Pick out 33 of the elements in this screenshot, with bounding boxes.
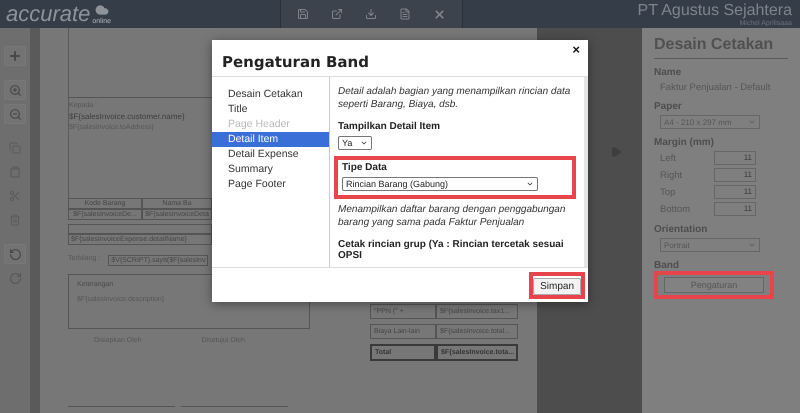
chevron-icon <box>748 118 756 126</box>
field-label: Cetak rincian grup (Ya : Rincian tercetak sesuai OPSI <box>338 239 565 261</box>
zoom-out-icon[interactable] <box>4 104 26 124</box>
field-label: Tipe Data <box>342 162 388 173</box>
save-button[interactable]: Simpan <box>533 278 581 294</box>
nav-item[interactable]: Detail Expense <box>212 147 329 162</box>
nav-item[interactable]: Detail Item <box>212 132 329 147</box>
zoom-in-icon[interactable] <box>4 80 26 100</box>
nav-item[interactable]: Page Footer <box>212 177 329 192</box>
company-name: PT Agustus Sejahtera <box>638 2 792 18</box>
chevron-icon <box>360 139 368 147</box>
dialog-title: Pengaturan Band <box>222 52 369 71</box>
chevron-icon <box>526 180 534 188</box>
field-text: $F{salesInvoice.customer.name} <box>69 112 185 121</box>
undo-icon[interactable] <box>4 244 26 264</box>
show-detail-dropdown[interactable]: Ya <box>338 136 372 150</box>
nav-item[interactable]: Title <box>212 102 329 117</box>
cloud-icon <box>94 3 109 17</box>
logo-text: accurate <box>6 3 90 25</box>
save-icon[interactable] <box>297 8 309 20</box>
chevron-icon <box>748 241 756 249</box>
document-icon[interactable] <box>399 8 411 20</box>
description-text: Menampilkan daftar barang dengan penggabungan barang yang sama pada Faktur Penjualan <box>338 203 566 229</box>
nav-item[interactable]: Desain Cetakan <box>212 87 329 102</box>
field-label: Tampilkan Detail Item <box>338 121 442 132</box>
close-button[interactable]: × <box>572 42 580 57</box>
data-type-dropdown[interactable]: Rincian Barang (Gabung) <box>342 177 538 191</box>
download-icon[interactable] <box>365 8 377 20</box>
export-icon[interactable] <box>331 8 343 20</box>
nav-item[interactable]: Summary <box>212 162 329 177</box>
description-text: Detail adalah bagian yang menampilkan rincian data seperti Barang, Biaya, dsb. <box>338 85 572 111</box>
close-icon[interactable] <box>433 8 446 20</box>
add-icon[interactable] <box>4 46 26 66</box>
